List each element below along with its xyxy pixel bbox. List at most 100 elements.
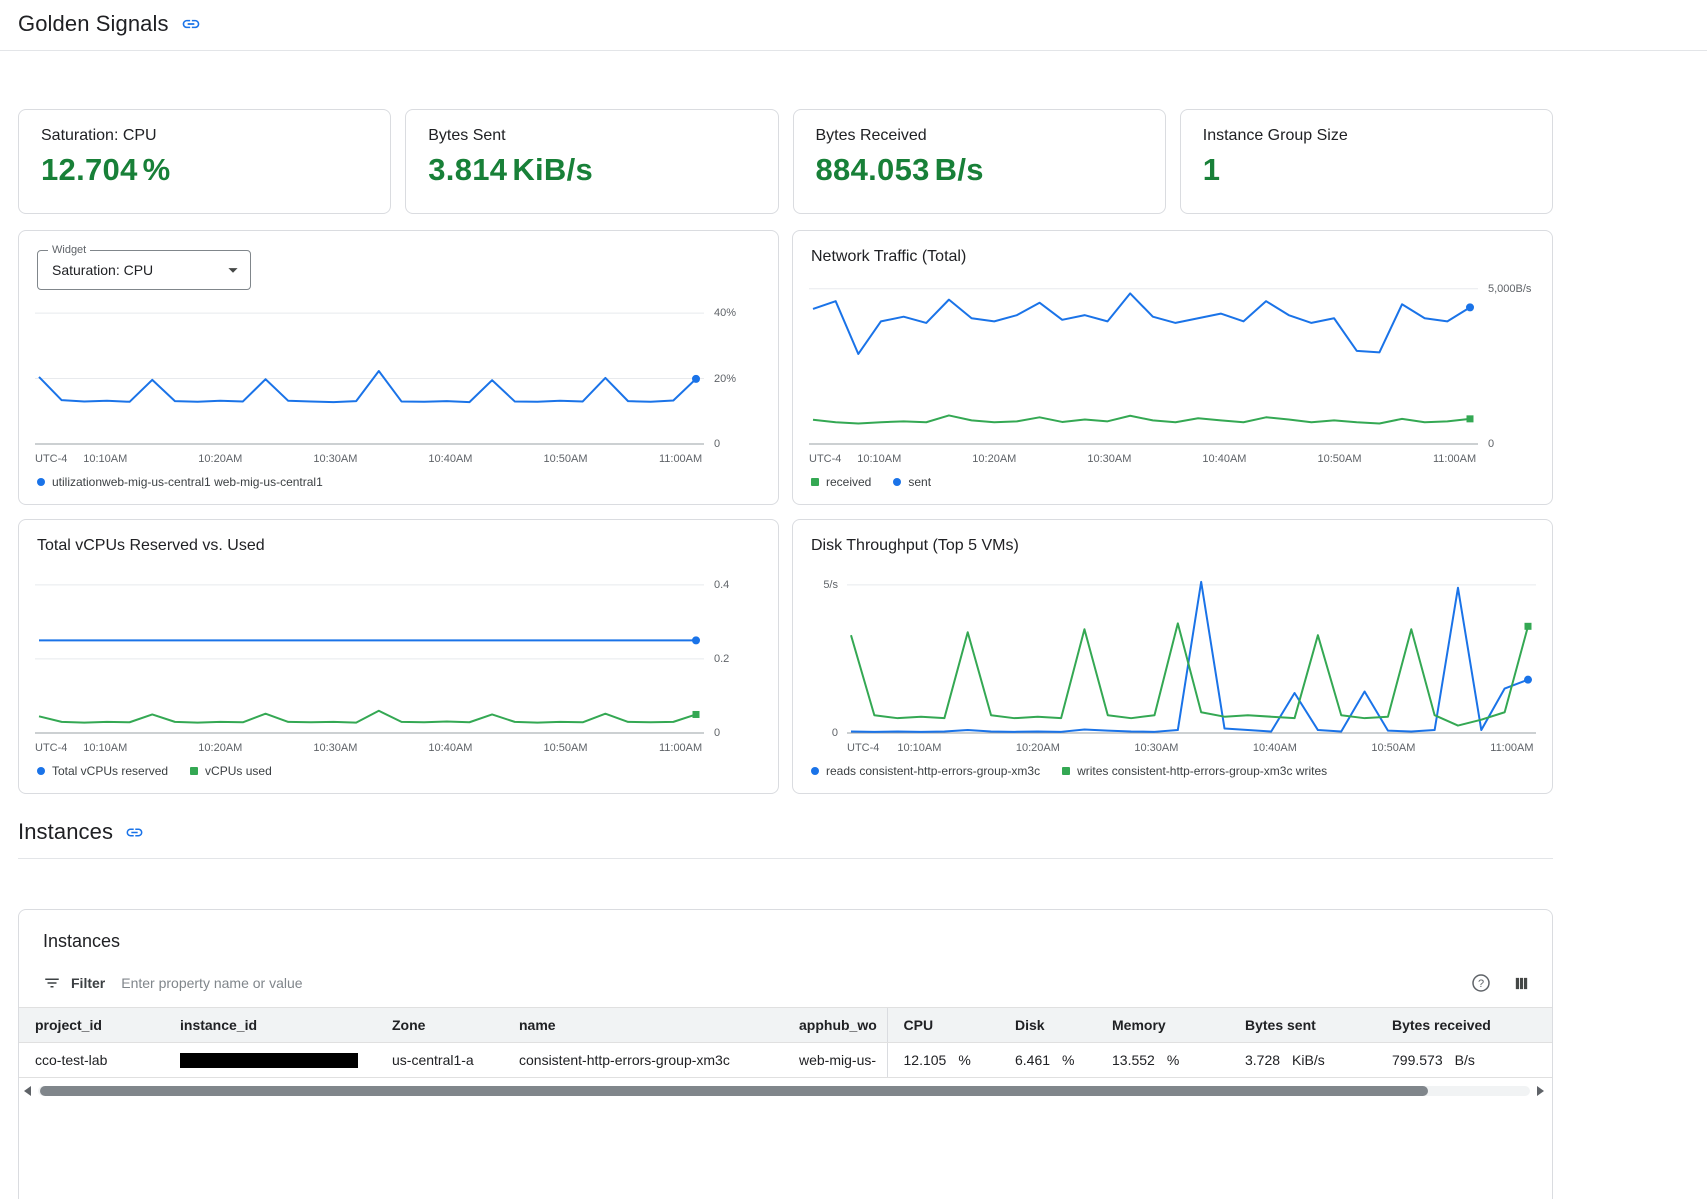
cell-zone: us-central1-a (376, 1043, 503, 1078)
chart-legend: received sent (809, 468, 1536, 496)
column-header-bytes-received[interactable]: Bytes received (1376, 1008, 1552, 1043)
saturation-cpu-chart[interactable] (35, 296, 704, 448)
table-header-row: project_id instance_id Zone name apphub_… (19, 1008, 1552, 1043)
widget-select-label: Widget (48, 244, 90, 256)
scorecard-value: 884.053B/s (816, 152, 1143, 188)
column-header-project-id[interactable]: project_id (19, 1008, 164, 1043)
scrollbar-track[interactable] (38, 1086, 1530, 1096)
column-header-cpu[interactable]: CPU (887, 1008, 999, 1043)
scorecard-value: 12.704% (41, 152, 368, 188)
legend-item[interactable]: writes consistent-http-errors-group-xm3c… (1062, 764, 1327, 778)
series-marker-icon (893, 478, 901, 486)
chart-title: Network Traffic (Total) (811, 245, 1536, 269)
help-button[interactable]: ? (1467, 969, 1495, 997)
y-axis-labels: 5,000B/s0 (1478, 277, 1536, 468)
chart-title: Disk Throughput (Top 5 VMs) (811, 534, 1536, 558)
instances-link-button[interactable] (123, 821, 146, 844)
chart-card-network-traffic: Network Traffic (Total) UTC-410:10AM10:2… (792, 230, 1553, 505)
chart-card-disk-throughput: Disk Throughput (Top 5 VMs) 5/s0 UTC-410… (792, 519, 1553, 794)
legend-item[interactable]: utilizationweb-mig-us-central1 web-mig-u… (37, 475, 323, 489)
instances-section-header: Instances (18, 808, 1553, 859)
instances-section-title: Instances (18, 819, 113, 845)
disk-throughput-chart[interactable] (847, 566, 1536, 737)
link-icon (125, 823, 144, 842)
filter-icon (43, 974, 61, 992)
help-icon: ? (1471, 973, 1491, 993)
column-header-zone[interactable]: Zone (376, 1008, 503, 1043)
scroll-right-arrow-icon[interactable] (1537, 1086, 1544, 1096)
horizontal-scrollbar[interactable] (19, 1078, 1552, 1096)
legend-item[interactable]: reads consistent-http-errors-group-xm3c (811, 764, 1040, 778)
legend-item[interactable]: received (811, 475, 871, 489)
column-header-disk[interactable]: Disk (999, 1008, 1096, 1043)
network-traffic-chart[interactable] (809, 277, 1478, 448)
dashboard-content: Saturation: CPU 12.704% Bytes Sent 3.814… (0, 109, 1553, 1199)
legend-label: vCPUs used (205, 764, 272, 778)
filter-input[interactable] (121, 975, 1453, 991)
series-marker-icon (37, 767, 45, 775)
scorecards-row: Saturation: CPU 12.704% Bytes Sent 3.814… (18, 109, 1553, 214)
cell-apphub-workload: web-mig-us- (783, 1043, 887, 1078)
legend-item[interactable]: Total vCPUs reserved (37, 764, 168, 778)
chart-title: Total vCPUs Reserved vs. Used (37, 534, 762, 558)
legend-label: writes consistent-http-errors-group-xm3c… (1077, 764, 1327, 778)
y-axis-labels: 5/s0 (809, 566, 847, 757)
legend-item[interactable]: vCPUs used (190, 764, 272, 778)
series-marker-icon (190, 767, 198, 775)
dropdown-arrow-icon (222, 259, 244, 281)
x-axis-labels: UTC-410:10AM10:20AM10:30AM10:40AM10:50AM… (809, 448, 1478, 468)
legend-item[interactable]: sent (893, 475, 931, 489)
scorecard-label: Instance Group Size (1203, 127, 1530, 145)
scorecard-saturation-cpu[interactable]: Saturation: CPU 12.704% (18, 109, 391, 214)
scorecard-value: 3.814KiB/s (428, 152, 755, 188)
cell-project-id: cco-test-lab (19, 1043, 164, 1078)
scorecard-label: Bytes Sent (428, 127, 755, 145)
y-axis-labels: 0.40.20 (704, 566, 762, 757)
page-title: Golden Signals (18, 11, 169, 37)
x-axis-labels: UTC-410:10AM10:20AM10:30AM10:40AM10:50AM… (35, 737, 704, 757)
scorecard-bytes-received[interactable]: Bytes Received 884.053B/s (793, 109, 1166, 214)
cell-memory: 13.552% (1096, 1043, 1229, 1078)
series-marker-icon (811, 767, 819, 775)
svg-text:?: ? (1478, 978, 1484, 990)
scorecard-bytes-sent[interactable]: Bytes Sent 3.814KiB/s (405, 109, 778, 214)
scrollbar-thumb[interactable] (40, 1086, 1428, 1096)
table-title: Instances (19, 910, 1552, 965)
golden-signals-link-button[interactable] (179, 12, 203, 36)
cell-cpu: 12.105% (887, 1043, 999, 1078)
chart-legend: reads consistent-http-errors-group-xm3c … (809, 757, 1536, 785)
legend-label: Total vCPUs reserved (52, 764, 168, 778)
total-vcpus-chart[interactable] (35, 566, 704, 737)
scorecard-label: Saturation: CPU (41, 127, 368, 145)
column-header-bytes-sent[interactable]: Bytes sent (1229, 1008, 1376, 1043)
chart-card-saturation-cpu: Widget Saturation: CPU UTC-410:10AM10:20… (18, 230, 779, 505)
instances-table: project_id instance_id Zone name apphub_… (19, 1007, 1552, 1078)
legend-label: reads consistent-http-errors-group-xm3c (826, 764, 1040, 778)
x-axis-labels: UTC-410:10AM10:20AM10:30AM10:40AM10:50AM… (847, 737, 1536, 757)
instances-table-card: Instances Filter ? (18, 909, 1553, 1199)
legend-label: utilizationweb-mig-us-central1 web-mig-u… (52, 475, 323, 489)
column-header-memory[interactable]: Memory (1096, 1008, 1229, 1043)
cell-bytes-sent: 3.728KiB/s (1229, 1043, 1376, 1078)
filter-toolbar: Filter ? (19, 965, 1552, 1007)
scorecard-label: Bytes Received (816, 127, 1143, 145)
chart-legend: Total vCPUs reserved vCPUs used (35, 757, 762, 785)
series-marker-icon (37, 478, 45, 486)
column-header-instance-id[interactable]: instance_id (164, 1008, 376, 1043)
series-marker-icon (811, 478, 819, 486)
column-header-apphub-workload[interactable]: apphub_wo (783, 1008, 887, 1043)
filter-label: Filter (71, 975, 105, 991)
table-row[interactable]: cco-test-lab us-central1-a consistent-ht… (19, 1043, 1552, 1078)
scorecard-value: 1 (1203, 152, 1530, 188)
x-axis-labels: UTC-410:10AM10:20AM10:30AM10:40AM10:50AM… (35, 448, 704, 468)
chart-legend: utilizationweb-mig-us-central1 web-mig-u… (35, 468, 762, 496)
widget-select[interactable]: Widget Saturation: CPU (37, 250, 251, 290)
scroll-left-arrow-icon[interactable] (24, 1086, 31, 1096)
scorecard-instance-group-size[interactable]: Instance Group Size 1 (1180, 109, 1553, 214)
cell-instance-id (164, 1043, 376, 1078)
legend-label: sent (908, 475, 931, 489)
column-header-name[interactable]: name (503, 1008, 783, 1043)
golden-signals-section-header: Golden Signals (0, 0, 1707, 51)
column-display-options-button[interactable] (1509, 971, 1534, 996)
view-columns-icon (1513, 975, 1530, 992)
